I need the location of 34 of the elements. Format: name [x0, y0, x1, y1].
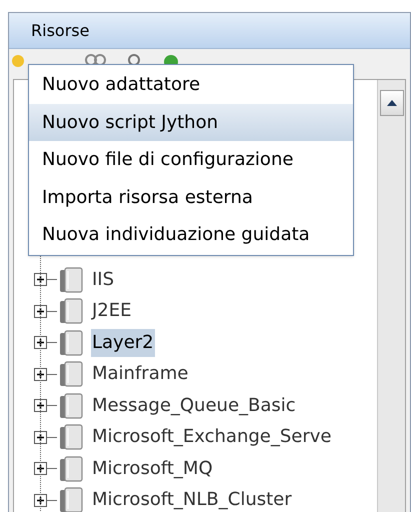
expand-icon[interactable] — [34, 273, 47, 286]
folder-icon — [59, 361, 83, 388]
menu-item[interactable]: Nuovo file di configurazione — [29, 141, 353, 178]
up-arrow-icon — [386, 100, 396, 106]
tree-item[interactable]: Mainframe — [91, 360, 190, 388]
menu-item[interactable]: Nuovo script Jython — [29, 104, 353, 141]
folder-icon — [59, 424, 83, 450]
scrollbar[interactable] — [377, 80, 405, 512]
expand-icon[interactable] — [34, 399, 47, 412]
folder-icon — [59, 456, 83, 482]
tree-item[interactable]: Microsoft_MQ — [91, 454, 214, 483]
expand-icon[interactable] — [34, 494, 47, 507]
menu-item[interactable]: Nuovo adattatore — [29, 66, 353, 104]
tree-item[interactable]: IIS — [91, 266, 116, 294]
expand-icon[interactable] — [34, 430, 47, 444]
menu-item[interactable]: Nuova individuazione guidata — [29, 216, 353, 254]
search-icon[interactable] — [127, 54, 141, 66]
folder-icon — [59, 392, 83, 419]
menu-item[interactable]: Importa risorsa esterna — [29, 178, 353, 216]
panel-title: Risorse — [31, 20, 90, 42]
tree-item[interactable]: Message_Queue_Basic — [91, 392, 297, 420]
folder-icon — [59, 298, 83, 324]
tree-item[interactable]: J2EE — [91, 297, 133, 326]
tree-item[interactable]: Microsoft_NLB_Cluster — [91, 486, 293, 512]
expand-icon[interactable] — [34, 368, 47, 381]
expand-icon[interactable] — [34, 462, 47, 476]
folder-icon — [59, 266, 83, 293]
expand-icon[interactable] — [34, 336, 47, 350]
scroll-up-button[interactable] — [380, 90, 404, 116]
link-icon[interactable] — [85, 54, 107, 66]
expand-icon[interactable] — [34, 304, 47, 318]
tree-item[interactable]: Layer2 — [91, 328, 155, 357]
tree-item[interactable]: Microsoft_Exchange_Serve — [91, 423, 332, 452]
folder-icon — [59, 330, 83, 356]
